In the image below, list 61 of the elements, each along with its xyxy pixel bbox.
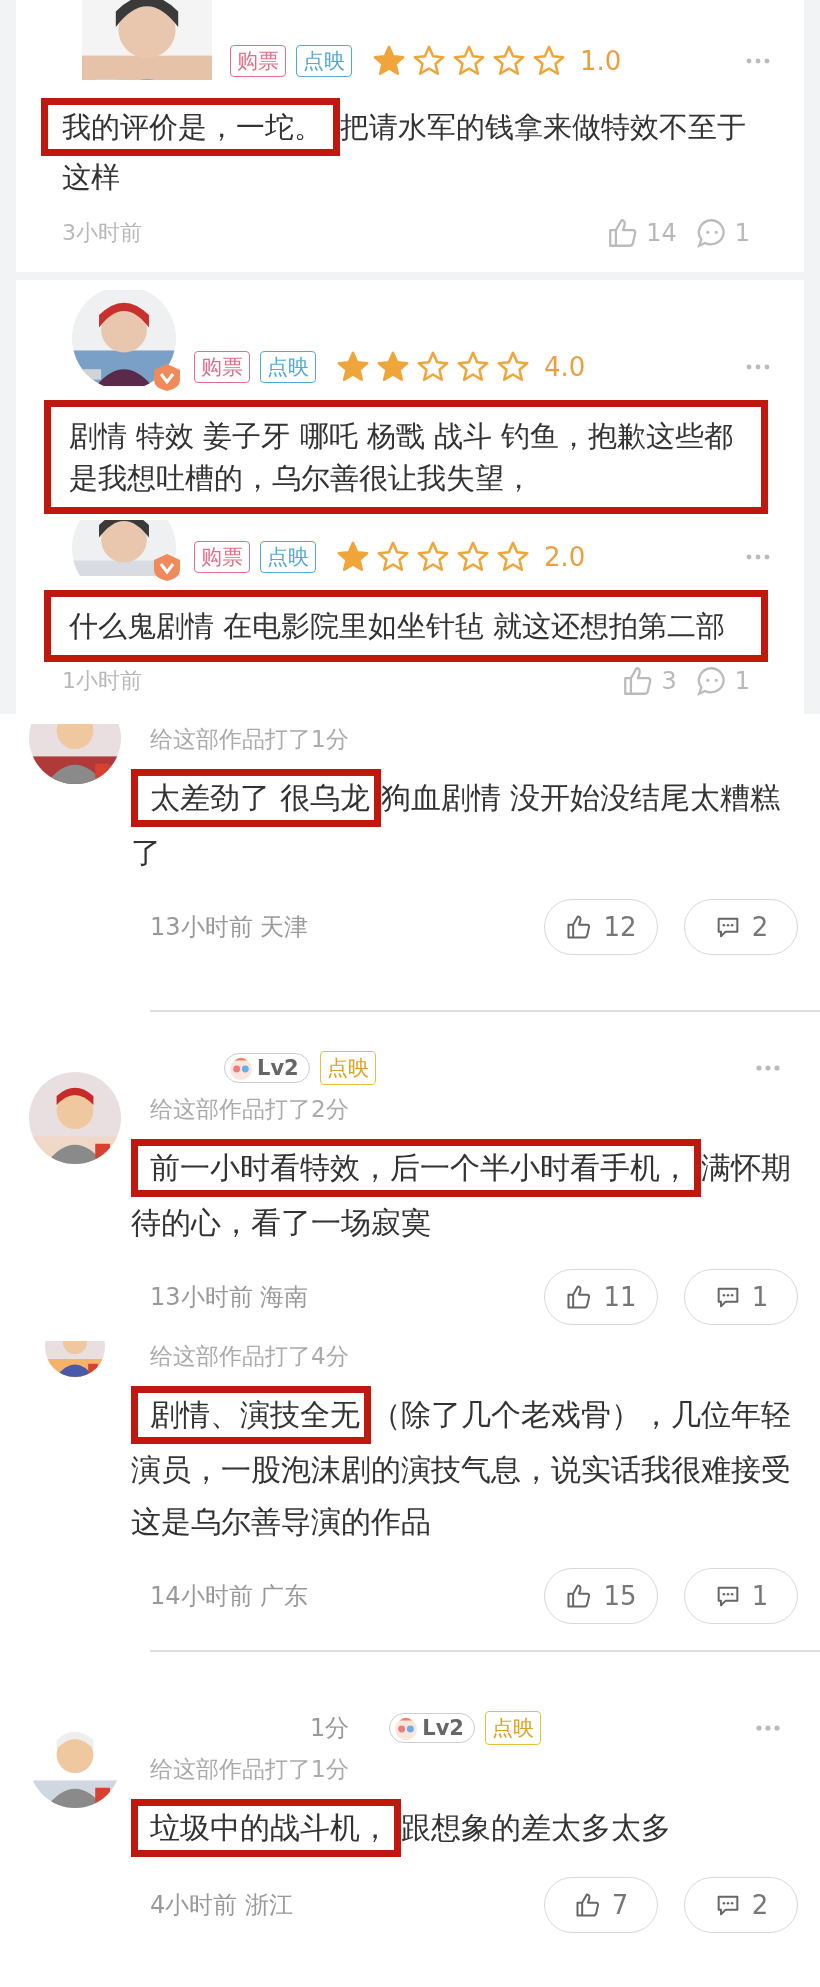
filled-star-icon bbox=[372, 44, 406, 78]
more-icon[interactable] bbox=[746, 554, 770, 560]
time-location: 14小时前 广东 bbox=[150, 1581, 309, 1612]
comment-text: 我的评价是，一坨。 把请水军的钱拿来做特效不至于这样 bbox=[32, 98, 788, 198]
empty-star-icon bbox=[412, 44, 446, 78]
empty-star-icon bbox=[492, 44, 526, 78]
empty-star-icon bbox=[456, 350, 490, 384]
score-line: 给这部作品打了4分 bbox=[150, 1342, 350, 1371]
tag: 点映 bbox=[260, 541, 316, 573]
empty-star-icon bbox=[376, 540, 410, 574]
comment-text: 剧情 特效 姜子牙 哪吒 杨戬 战斗 钓鱼，抱歉这些都是我想吐槽的，乌尔善很让我失望， bbox=[44, 400, 768, 514]
time-location: 4小时前 浙江 bbox=[150, 1890, 293, 1921]
empty-star-icon bbox=[456, 540, 490, 574]
review-text: 太差劲了 很乌龙 狗血剧情 没开始没结尾太糟糕了 bbox=[131, 769, 798, 879]
more-icon[interactable] bbox=[756, 1065, 780, 1071]
like-button[interactable]: 7 bbox=[544, 1877, 658, 1933]
like-count: 3 bbox=[661, 667, 677, 695]
user-badge: 点映 bbox=[319, 1051, 376, 1085]
like-button[interactable]: 11 bbox=[544, 1269, 658, 1325]
tag: 点映 bbox=[296, 45, 352, 77]
rating-score: 2.0 bbox=[544, 542, 586, 572]
tag: 购票 bbox=[230, 45, 286, 77]
timestamp: 3小时前 bbox=[62, 219, 142, 247]
user-badge: 点映 bbox=[484, 1711, 541, 1745]
review-text: 垃圾中的战斗机， 跟想象的差太多太多 bbox=[131, 1799, 798, 1857]
empty-star-icon bbox=[416, 540, 450, 574]
timestamp: 1小时前 bbox=[62, 667, 142, 695]
review-text: 剧情、演技全无 （除了几个老戏骨），几位年轻演员，一股泡沫剧的演技气息，说实话我很难接受这是乌尔善导演的作品 bbox=[131, 1386, 798, 1548]
reply-button[interactable]: 2 bbox=[684, 1877, 798, 1933]
score-line: 给这部作品打了1分 bbox=[150, 725, 350, 754]
reply-button[interactable]: 1 bbox=[684, 1568, 798, 1624]
rating-score: 4.0 bbox=[544, 352, 586, 382]
comment-text: 什么鬼剧情 在电影院里如坐针毡 就这还想拍第二部 bbox=[44, 590, 768, 662]
user-name: 1分 bbox=[310, 1713, 350, 1744]
reply-button[interactable]: 1 bbox=[684, 1269, 798, 1325]
empty-star-icon bbox=[532, 44, 566, 78]
like-button[interactable]: 15 bbox=[544, 1568, 658, 1624]
reply-count: 1 bbox=[734, 219, 750, 247]
filled-star-icon bbox=[336, 350, 370, 384]
more-icon[interactable] bbox=[746, 58, 770, 64]
tag: 购票 bbox=[194, 541, 250, 573]
reply-button[interactable]: 2 bbox=[684, 899, 798, 955]
score-line: 给这部作品打了1分 bbox=[150, 1755, 350, 1784]
empty-star-icon bbox=[452, 44, 486, 78]
empty-star-icon bbox=[416, 350, 450, 384]
review-text: 前一小时看特效，后一个半小时看手机， 满怀期待的心，看了一场寂寞 bbox=[131, 1139, 798, 1249]
tag: 购票 bbox=[194, 351, 250, 383]
empty-star-icon bbox=[496, 350, 530, 384]
more-icon[interactable] bbox=[746, 364, 770, 370]
more-icon[interactable] bbox=[756, 1725, 780, 1731]
tag: 点映 bbox=[260, 351, 316, 383]
like-button[interactable]: 12 bbox=[544, 899, 658, 955]
empty-star-icon bbox=[496, 540, 530, 574]
like-count: 14 bbox=[646, 219, 677, 247]
time-location: 13小时前 海南 bbox=[150, 1282, 309, 1313]
filled-star-icon bbox=[336, 540, 370, 574]
score-line: 给这部作品打了2分 bbox=[150, 1095, 350, 1124]
rating-score: 1.0 bbox=[580, 46, 622, 76]
reply-count: 1 bbox=[734, 667, 750, 695]
filled-star-icon bbox=[376, 350, 410, 384]
time-location: 13小时前 天津 bbox=[150, 912, 309, 943]
